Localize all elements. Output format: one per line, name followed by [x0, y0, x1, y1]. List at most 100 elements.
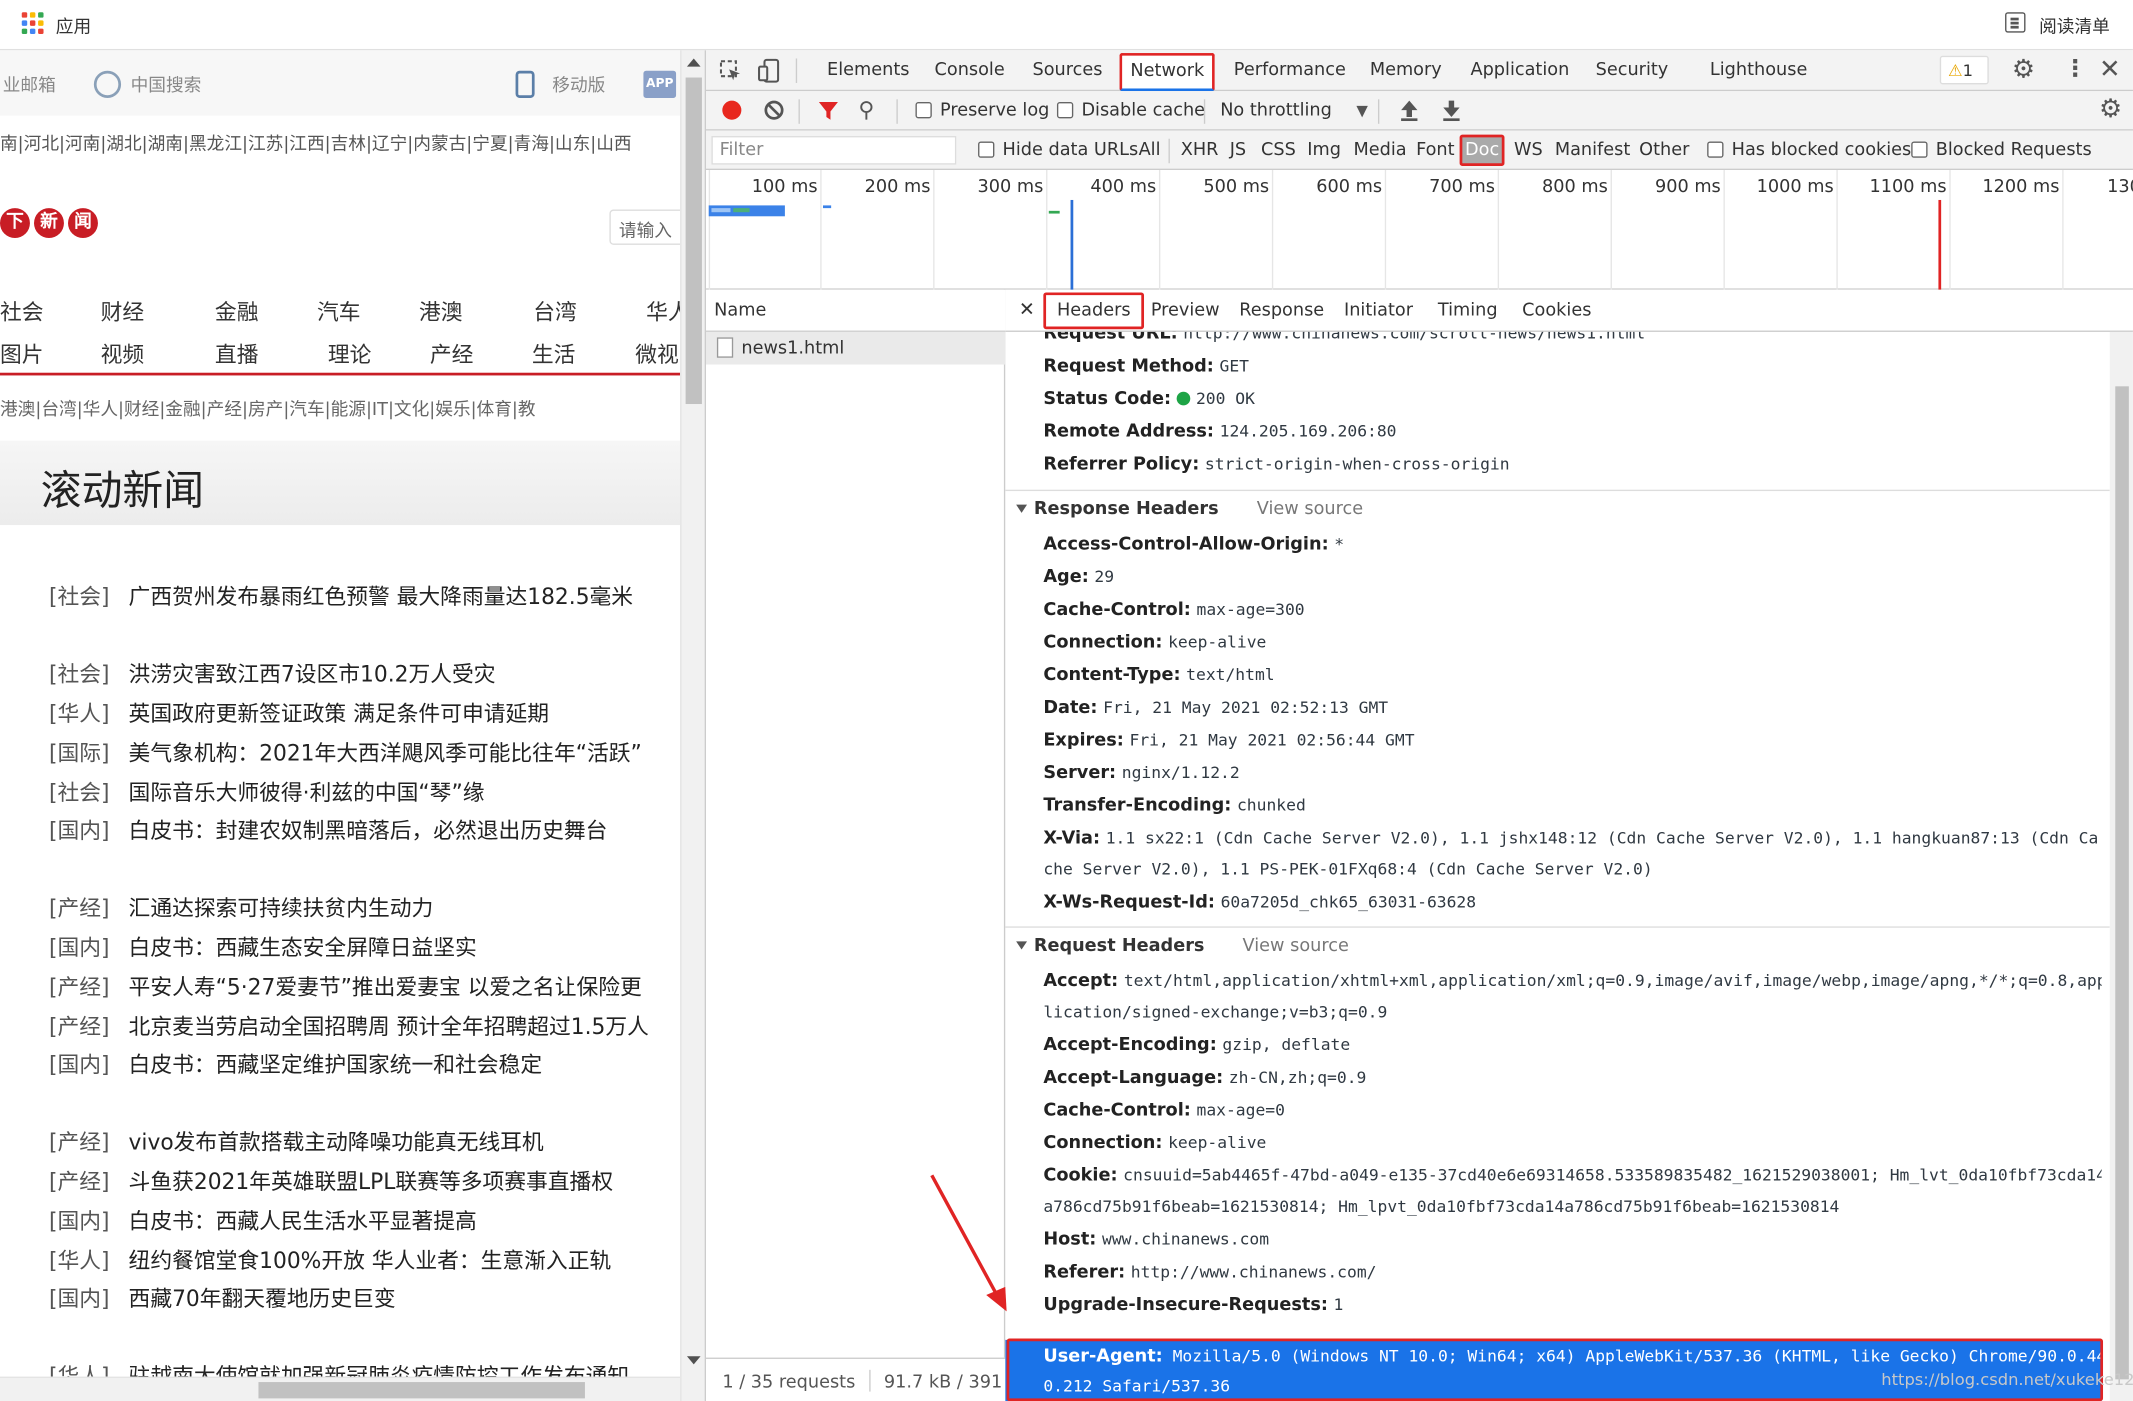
- scrollbar-thumb[interactable]: [685, 77, 702, 405]
- scrollbar-thumb[interactable]: [2115, 386, 2129, 1380]
- scrollbar-thumb[interactable]: [258, 1382, 585, 1399]
- device-toolbar-icon[interactable]: [758, 58, 782, 83]
- tab-initiator[interactable]: Initiator: [1344, 290, 1413, 332]
- preserve-log-checkbox[interactable]: Preserve log: [915, 101, 1049, 121]
- nav-item[interactable]: 理论: [328, 336, 372, 369]
- news-item[interactable]: [社会] 广西贺州发布暴雨红色预警 最大降雨量达182.5毫米: [49, 578, 680, 617]
- response-headers-section[interactable]: Response Headers View source: [1016, 499, 1363, 520]
- expand-triangle-icon[interactable]: [1016, 504, 1028, 513]
- network-overview-timeline[interactable]: 100 ms 200 ms 300 ms 400 ms 500 ms 600 m…: [705, 170, 2133, 290]
- request-row[interactable]: news1.html: [705, 331, 1006, 365]
- blocked-requests-label[interactable]: Blocked Requests: [1936, 140, 2092, 160]
- site-search-input[interactable]: 请输入: [609, 209, 681, 245]
- network-settings-gear-icon[interactable]: ⚙: [2099, 94, 2122, 124]
- news-title[interactable]: 美气象机构：2021年大西洋飓风季可能比往年“活跃”: [129, 740, 642, 766]
- export-har-icon[interactable]: [1442, 99, 1461, 122]
- news-category[interactable]: [社会]: [49, 584, 110, 610]
- tab-application[interactable]: Application: [1470, 50, 1569, 91]
- nav-item[interactable]: 视频: [101, 336, 145, 369]
- news-category[interactable]: [产经]: [49, 895, 110, 921]
- filter-type-media[interactable]: Media: [1353, 140, 1406, 160]
- tab-preview[interactable]: Preview: [1151, 290, 1220, 332]
- close-devtools-icon[interactable]: ✕: [2099, 54, 2121, 84]
- warnings-badge[interactable]: ⚠1: [1939, 55, 1989, 85]
- news-title[interactable]: 英国政府更新签证政策 满足条件可申请延期: [129, 701, 549, 727]
- top-link-search[interactable]: 中国搜索: [131, 71, 202, 96]
- more-options-icon[interactable]: ⋮: [2064, 56, 2087, 83]
- news-title[interactable]: 白皮书：西藏人民生活水平显著提高: [129, 1208, 477, 1234]
- news-title[interactable]: 北京麦当劳启动全国招聘周 预计全年招聘超过1.5万人: [129, 1013, 649, 1039]
- news-category[interactable]: [产经]: [49, 1168, 110, 1194]
- news-item[interactable]: [产经] 汇通达探索可持续扶贫内生动力: [49, 890, 680, 929]
- disable-cache-checkbox[interactable]: Disable cache: [1056, 101, 1205, 121]
- news-item[interactable]: [国内] 西藏70年翻天覆地历史巨变: [49, 1280, 680, 1319]
- page-horizontal-scrollbar[interactable]: [0, 1376, 681, 1401]
- news-item[interactable]: [社会] 国际音乐大师彼得·利兹的中国“琴”缘: [49, 774, 680, 813]
- checkbox-box[interactable]: [1056, 102, 1074, 119]
- news-item[interactable]: [华人] 驻越南大使馆就加强新冠肺炎疫情防控工作发布通知: [49, 1358, 680, 1377]
- hide-data-urls-checkbox[interactable]: Hide data URLs: [978, 140, 1138, 161]
- news-title[interactable]: 广西贺州发布暴雨红色预警 最大降雨量达182.5毫米: [129, 584, 634, 610]
- news-title[interactable]: 白皮书：西藏坚定维护国家统一和社会稳定: [129, 1052, 543, 1078]
- news-title[interactable]: 洪涝灾害致江西7设区市10.2万人受灾: [129, 661, 496, 687]
- news-title[interactable]: 西藏70年翻天覆地历史巨变: [129, 1285, 396, 1311]
- news-title[interactable]: 白皮书：西藏生态安全屏障日益坚实: [129, 935, 477, 961]
- tab-elements[interactable]: Elements: [827, 50, 909, 91]
- news-item[interactable]: [国内] 白皮书：西藏人民生活水平显著提高: [49, 1203, 680, 1242]
- nav-item[interactable]: 微视: [635, 336, 679, 369]
- close-detail-icon[interactable]: ✕: [1019, 290, 1035, 332]
- nav-item[interactable]: 社会: [0, 294, 44, 327]
- news-category[interactable]: [产经]: [49, 1129, 110, 1155]
- news-item[interactable]: [华人] 纽约餐馆堂食100%开放 华人业者：生意渐入正轨: [49, 1242, 680, 1281]
- news-category[interactable]: [华人]: [49, 701, 110, 727]
- nav-item[interactable]: 港澳: [419, 294, 463, 327]
- news-category[interactable]: [产经]: [49, 1013, 110, 1039]
- news-item[interactable]: [产经] 平安人寿“5·27爱妻节”推出爱妻宝 以爱之名让保险更: [49, 969, 680, 1008]
- news-title[interactable]: 白皮书：封建农奴制黑暗落后，必然退出历史舞台: [129, 818, 608, 844]
- apps-label[interactable]: 应用: [56, 12, 91, 38]
- filter-input[interactable]: Filter: [711, 136, 957, 165]
- blocked-requests-checkbox[interactable]: Blocked Requests: [1911, 140, 2092, 161]
- news-category[interactable]: [社会]: [49, 661, 110, 687]
- news-category[interactable]: [国内]: [49, 935, 110, 961]
- news-category[interactable]: [国内]: [49, 1285, 110, 1311]
- news-title[interactable]: 纽约餐馆堂食100%开放 华人业者：生意渐入正轨: [129, 1247, 612, 1273]
- filter-type-doc[interactable]: Doc: [1459, 134, 1505, 166]
- tab-cookies[interactable]: Cookies: [1522, 290, 1591, 332]
- scroll-down-icon[interactable]: [686, 1356, 701, 1365]
- tab-console[interactable]: Console: [935, 50, 1005, 91]
- news-item[interactable]: [社会] 洪涝灾害致江西7设区市10.2万人受灾: [49, 656, 680, 695]
- tab-sources[interactable]: Sources: [1032, 50, 1102, 91]
- nav-item[interactable]: 直播: [215, 336, 259, 369]
- news-category[interactable]: [国际]: [49, 740, 110, 766]
- clear-icon[interactable]: [764, 100, 784, 120]
- top-link-mobile[interactable]: 移动版: [552, 71, 605, 96]
- news-title[interactable]: 汇通达探索可持续扶贫内生动力: [129, 895, 434, 921]
- news-category[interactable]: [社会]: [49, 779, 110, 805]
- preserve-log-label[interactable]: Preserve log: [940, 101, 1049, 121]
- page-vertical-scrollbar[interactable]: [680, 50, 705, 1401]
- reading-list-label[interactable]: 阅读清单: [2039, 12, 2110, 38]
- nav-item[interactable]: 台湾: [533, 294, 577, 327]
- news-item[interactable]: [国内] 白皮书：封建农奴制黑暗落后，必然退出历史舞台: [49, 812, 680, 851]
- news-title[interactable]: 驻越南大使馆就加强新冠肺炎疫情防控工作发布通知: [129, 1363, 630, 1377]
- column-header-name[interactable]: Name: [705, 289, 1006, 332]
- throttling-value[interactable]: No throttling: [1220, 101, 1332, 121]
- news-category[interactable]: [产经]: [49, 974, 110, 1000]
- filter-type-css[interactable]: CSS: [1261, 140, 1296, 160]
- search-icon[interactable]: ⚲: [858, 97, 874, 123]
- inspect-element-icon[interactable]: [719, 60, 742, 82]
- checkbox-box[interactable]: [1911, 141, 1928, 158]
- reading-list-icon[interactable]: [2005, 12, 2026, 33]
- settings-gear-icon[interactable]: ⚙: [2012, 54, 2035, 84]
- tab-timing[interactable]: Timing: [1438, 290, 1498, 332]
- news-title[interactable]: 平安人寿“5·27爱妻节”推出爱妻宝 以爱之名让保险更: [129, 974, 642, 1000]
- filter-type-other[interactable]: Other: [1639, 140, 1689, 160]
- news-title[interactable]: vivo发布首款搭载主动降噪功能真无线耳机: [129, 1129, 544, 1155]
- tab-performance[interactable]: Performance: [1234, 50, 1346, 91]
- tab-security[interactable]: Security: [1596, 50, 1669, 91]
- section-title[interactable]: Response Headers: [1034, 499, 1219, 519]
- channel-links[interactable]: 港澳|台湾|华人|财经|金融|产经|房产|汽车|能源|IT|文化|娱乐|体育|教: [0, 394, 536, 420]
- detail-vertical-scrollbar[interactable]: [2109, 331, 2133, 1401]
- view-source-link[interactable]: View source: [1257, 499, 1363, 519]
